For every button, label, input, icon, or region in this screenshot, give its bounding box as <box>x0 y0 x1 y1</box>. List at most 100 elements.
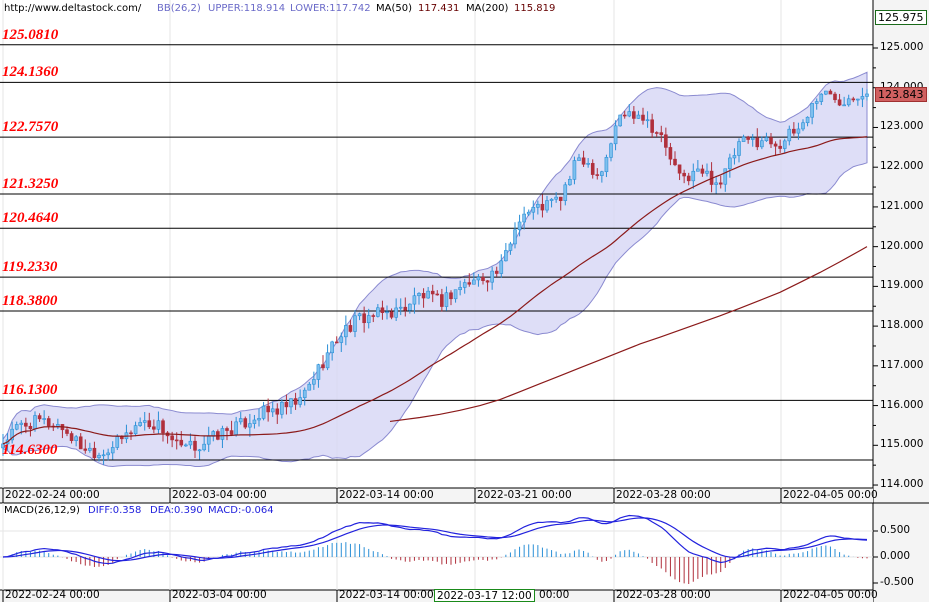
candle-bull <box>417 293 421 297</box>
candle-bear <box>275 408 280 415</box>
crosshair-date-box: 2022-03-17 12:00 <box>434 589 535 602</box>
candle-bull <box>325 352 330 369</box>
candle-bull <box>458 287 462 291</box>
candle-bear <box>700 168 705 174</box>
candle-bear <box>92 447 97 459</box>
price-tick-label: 120.000 <box>880 239 924 252</box>
candle-bull <box>206 436 211 445</box>
candle-bull <box>133 425 138 435</box>
candle-bull <box>732 155 737 159</box>
ma200-label: MA(200) <box>466 3 509 14</box>
candle-bear <box>650 119 654 133</box>
candle-bear <box>229 430 234 435</box>
candle-bull <box>426 290 430 299</box>
candle-bull <box>604 157 609 173</box>
candle-bear <box>540 203 545 211</box>
candle-bear <box>467 282 472 285</box>
candle-bull <box>728 157 732 170</box>
ma200-value: 115.819 <box>514 3 556 14</box>
candle-bear <box>120 436 124 440</box>
price-tick-label: 114.000 <box>880 478 924 491</box>
candle-bull <box>490 270 494 283</box>
candle-bear <box>174 439 179 442</box>
bottom-date-tick-label: 2022-03-04 00:00 <box>172 589 267 601</box>
candle-bull <box>856 98 860 101</box>
candle-bear <box>284 401 289 408</box>
candle-bear <box>746 136 750 140</box>
candle-bear <box>792 128 796 134</box>
candle-bull <box>787 128 792 142</box>
candle-bull <box>536 203 540 208</box>
candle-bull <box>188 440 193 446</box>
candle-bull <box>138 422 142 426</box>
candle-bear <box>654 132 659 134</box>
bb-upper: UPPER:118.914 <box>208 3 286 14</box>
candle-bull <box>618 114 622 127</box>
candle-bull <box>307 383 312 391</box>
level-label: 121.3250 <box>2 176 59 192</box>
candle-bull <box>796 128 801 134</box>
candle-bear <box>641 114 645 121</box>
candle-bull <box>74 436 78 441</box>
candle-bear <box>243 418 248 428</box>
price-tick-label: 115.000 <box>880 438 924 451</box>
candle-bear <box>590 163 595 175</box>
candle-bear <box>334 341 339 344</box>
candle-bull <box>499 260 504 274</box>
candle-bull <box>106 452 110 456</box>
candle-bull <box>316 364 321 380</box>
candle-bull <box>517 221 522 231</box>
candle-bear <box>225 428 229 431</box>
candle-bull <box>156 420 161 430</box>
candle-bull <box>696 168 700 172</box>
candle-bull <box>376 307 380 317</box>
candle-bull <box>270 408 275 413</box>
price-tick-label: 123.000 <box>880 120 924 133</box>
bottom-date-tick-label: 2022-03-14 00:00 <box>339 589 434 601</box>
candle-bull <box>609 143 613 158</box>
candle-bear <box>485 280 490 283</box>
candle-bull <box>714 182 718 185</box>
candle-bull <box>202 443 206 451</box>
bb-lower: LOWER:117.742 <box>290 3 371 14</box>
candle-bull <box>760 140 764 148</box>
candle-bull <box>691 170 696 182</box>
level-label: 118.3800 <box>2 293 58 309</box>
candle-bull <box>824 90 828 95</box>
candle-bear <box>833 93 837 101</box>
candle-bear <box>179 439 184 446</box>
candle-bear <box>380 307 385 313</box>
current-price-box: 123.843 <box>875 86 927 102</box>
candle-bull <box>398 306 403 309</box>
candle-bull <box>408 303 412 311</box>
candle-bull <box>476 276 481 281</box>
candle-bull <box>462 282 467 288</box>
candle-bull <box>723 168 728 185</box>
candle-bull <box>636 114 641 119</box>
candle-bear <box>293 398 298 405</box>
candle-bull <box>453 289 458 300</box>
level-label: 119.2330 <box>2 259 58 276</box>
candle-bear <box>362 313 366 324</box>
level-label: 124.1360 <box>2 64 59 81</box>
date-tick-label: 2022-04-05 00:00 <box>783 489 878 501</box>
candle-bear <box>673 158 677 166</box>
candle-bull <box>261 405 266 419</box>
candle-bull <box>865 93 869 97</box>
candle-bear <box>421 293 426 299</box>
candle-bear <box>828 90 833 95</box>
candle-bull <box>600 171 604 176</box>
candle-bull <box>357 313 362 317</box>
candle-bull <box>508 243 513 251</box>
candle-bear <box>28 425 33 430</box>
candle-bear <box>152 426 156 430</box>
macd-label: MACD(26,12,9) <box>4 505 80 516</box>
candle-bear <box>440 294 444 307</box>
site-url[interactable]: http://www.deltastock.com/ <box>4 3 141 14</box>
candle-bull <box>782 140 787 149</box>
candle-bear <box>682 172 686 177</box>
candle-bull <box>353 315 357 332</box>
candle-bull <box>298 397 302 405</box>
bottom-date-tick-label: 1 00:00 <box>529 589 570 601</box>
candle-bear <box>403 306 408 311</box>
